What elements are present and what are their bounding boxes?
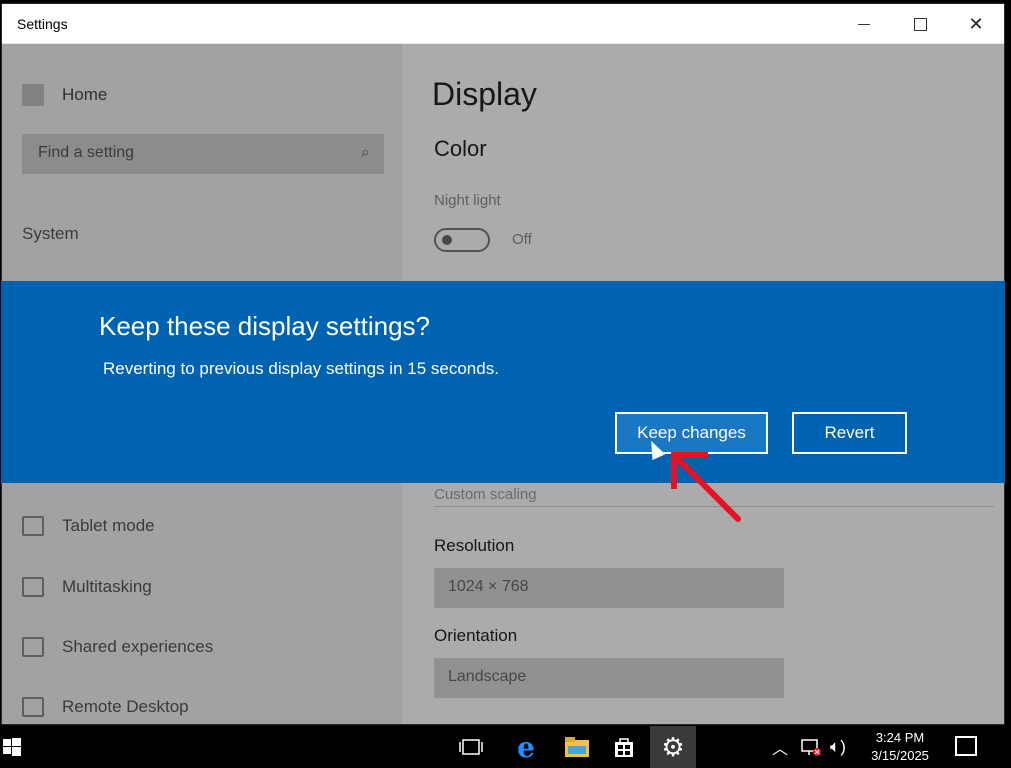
clock-time: 3:24 PM (875, 730, 925, 745)
network-disconnected-icon (801, 739, 821, 756)
store-icon (615, 738, 633, 757)
task-view-button[interactable] (450, 726, 492, 768)
settings-icon: ⚙ (661, 732, 685, 762)
revert-button[interactable]: Revert (792, 412, 907, 454)
keep-settings-dialog: Keep these display settings? Reverting t… (1, 281, 1005, 483)
clock-date: 3/15/2025 (871, 748, 929, 763)
taskbar: e ⚙ ︿ 🔈︎) 3:24 PM 3/15/2025 (0, 726, 1011, 768)
chevron-up-icon: ︿ (772, 741, 789, 758)
maximize-button[interactable] (892, 4, 948, 44)
window-title: Settings (17, 16, 68, 32)
volume-tray-button[interactable]: 🔈︎) (830, 726, 846, 768)
edge-button[interactable]: e (505, 726, 547, 768)
store-button[interactable] (603, 726, 645, 768)
task-view-icon (459, 739, 483, 755)
edge-icon: e (517, 730, 535, 764)
minimize-button[interactable] (836, 4, 892, 44)
title-bar: Settings ✕ (2, 4, 1004, 44)
dialog-message: Reverting to previous display settings i… (103, 359, 499, 378)
file-explorer-button[interactable] (556, 726, 598, 768)
start-button[interactable] (0, 726, 24, 768)
speaker-icon: 🔈︎) (830, 737, 846, 756)
file-explorer-icon (565, 737, 589, 757)
taskbar-clock[interactable]: 3:24 PM 3/15/2025 (855, 729, 945, 765)
close-button[interactable]: ✕ (948, 4, 1004, 44)
action-center-icon[interactable] (955, 736, 977, 756)
settings-taskbar-button[interactable]: ⚙ (650, 726, 696, 768)
windows-logo-icon (3, 738, 21, 756)
close-icon: ✕ (968, 14, 984, 34)
dialog-title: Keep these display settings? (99, 311, 430, 341)
network-tray-button[interactable] (800, 726, 822, 768)
annotation-arrow (671, 452, 741, 522)
show-hidden-icons-button[interactable]: ︿ (772, 726, 788, 768)
